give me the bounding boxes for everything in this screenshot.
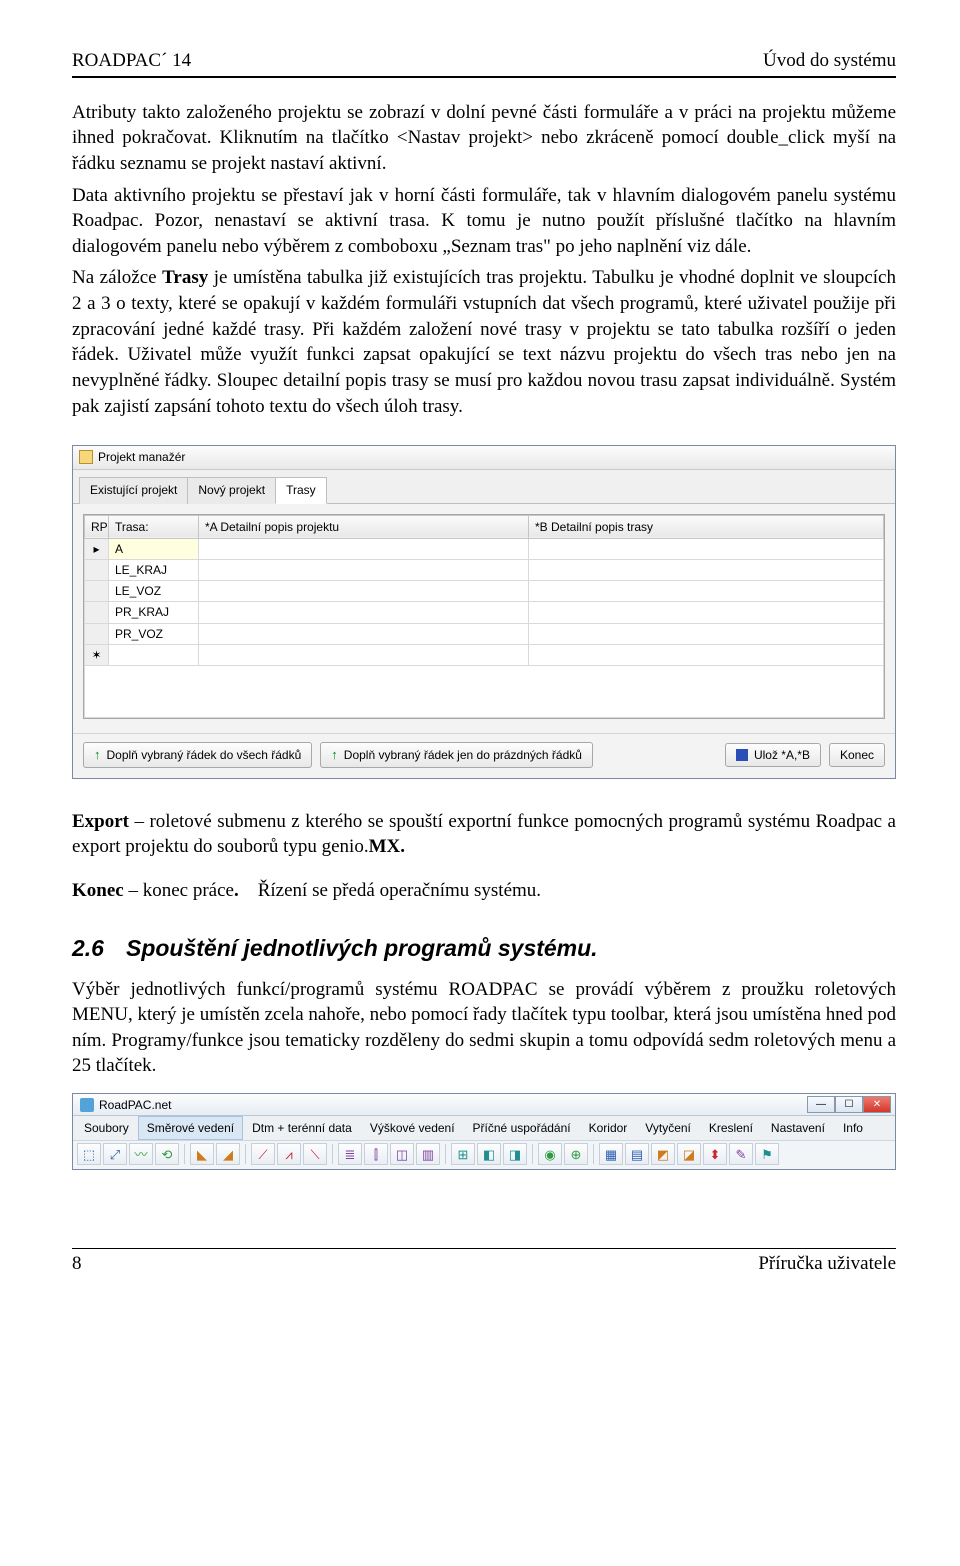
toolbar-separator bbox=[593, 1144, 594, 1164]
col-b[interactable]: *B Detailní popis trasy bbox=[529, 515, 884, 538]
header-rule bbox=[72, 76, 896, 78]
menu-vytyceni[interactable]: Vytyčení bbox=[636, 1116, 700, 1140]
menu-nastaveni[interactable]: Nastavení bbox=[762, 1116, 834, 1140]
table-row[interactable]: PR_VOZ bbox=[85, 623, 884, 644]
doc-header-left: ROADPAC´ 14 bbox=[72, 48, 191, 74]
page-number: 8 bbox=[72, 1251, 82, 1277]
paragraph-3: Na záložce Trasy je umístěna tabulka již… bbox=[72, 265, 896, 419]
toolbar-btn-24[interactable]: ✎ bbox=[729, 1143, 753, 1165]
save-icon bbox=[736, 749, 748, 761]
pm-app-icon bbox=[79, 450, 93, 464]
menu-kresleni[interactable]: Kreslení bbox=[700, 1116, 762, 1140]
footer-label: Příručka uživatele bbox=[758, 1251, 896, 1277]
table-row[interactable]: PR_KRAJ bbox=[85, 602, 884, 623]
menu-vyskove-vedeni[interactable]: Výškové vedení bbox=[361, 1116, 464, 1140]
roadpac-menubar: Soubory Směrové vedení Dtm + terénní dat… bbox=[73, 1116, 895, 1141]
paragraph-konec: Konec – konec práce. Řízení se předá ope… bbox=[72, 878, 896, 904]
toolbar-separator bbox=[332, 1144, 333, 1164]
tab-new-project[interactable]: Nový projekt bbox=[187, 477, 276, 504]
toolbar-btn-20[interactable]: ▤ bbox=[625, 1143, 649, 1165]
doc-header-right: Úvod do systému bbox=[763, 48, 896, 74]
menu-pricne[interactable]: Příčné uspořádání bbox=[464, 1116, 580, 1140]
fill-all-rows-button[interactable]: ↑ Doplň vybraný řádek do všech řádků bbox=[83, 742, 312, 768]
pm-grid[interactable]: RP Trasa: *A Detailní popis projektu *B … bbox=[83, 514, 885, 719]
grid-empty-area bbox=[84, 666, 884, 718]
menu-smerove-vedeni[interactable]: Směrové vedení bbox=[138, 1116, 243, 1140]
toolbar-separator bbox=[445, 1144, 446, 1164]
toolbar-btn-16[interactable]: ◨ bbox=[503, 1143, 527, 1165]
col-a[interactable]: *A Detailní popis projektu bbox=[199, 515, 529, 538]
toolbar-btn-11[interactable]: ⫿ bbox=[364, 1143, 388, 1165]
arrow-up-icon: ↑ bbox=[331, 746, 338, 764]
toolbar-btn-25[interactable]: ⚑ bbox=[755, 1143, 779, 1165]
menu-soubory[interactable]: Soubory bbox=[75, 1116, 138, 1140]
roadpac-main-window: RoadPAC.net — ☐ ✕ Soubory Směrové vedení… bbox=[72, 1093, 896, 1170]
row-indicator-new: ✶ bbox=[85, 644, 109, 665]
arrow-up-icon: ↑ bbox=[94, 746, 101, 764]
menu-koridor[interactable]: Koridor bbox=[580, 1116, 637, 1140]
toolbar-separator bbox=[532, 1144, 533, 1164]
toolbar-btn-22[interactable]: ◪ bbox=[677, 1143, 701, 1165]
fill-empty-rows-button[interactable]: ↑ Doplň vybraný řádek jen do prázdných ř… bbox=[320, 742, 593, 768]
toolbar-separator bbox=[184, 1144, 185, 1164]
tab-existing-project[interactable]: Existující projekt bbox=[79, 477, 188, 504]
table-row[interactable]: LE_KRAJ bbox=[85, 560, 884, 581]
pm-tabstrip: Existující projekt Nový projekt Trasy bbox=[73, 470, 895, 504]
maximize-button[interactable]: ☐ bbox=[835, 1096, 863, 1113]
toolbar-btn-23[interactable]: ⬍ bbox=[703, 1143, 727, 1165]
toolbar-btn-2[interactable]: ⤢ bbox=[103, 1143, 127, 1165]
toolbar-btn-15[interactable]: ◧ bbox=[477, 1143, 501, 1165]
toolbar-btn-13[interactable]: ▥ bbox=[416, 1143, 440, 1165]
toolbar-btn-8[interactable]: ⩘ bbox=[277, 1143, 301, 1165]
roadpac-title: RoadPAC.net bbox=[99, 1097, 172, 1113]
tab-trasy[interactable]: Trasy bbox=[275, 477, 327, 504]
section-heading: 2.6Spouštění jednotlivých programů systé… bbox=[72, 933, 896, 964]
toolbar-btn-12[interactable]: ◫ bbox=[390, 1143, 414, 1165]
paragraph-export: Export – roletové submenu z kterého se s… bbox=[72, 809, 896, 860]
table-row-new[interactable]: ✶ bbox=[85, 644, 884, 665]
roadpac-toolbar: ⬚ ⤢ 〰 ⟲ ◣ ◢ ⟋ ⩘ ⟍ ≣ ⫿ ◫ ▥ ⊞ ◧ ◨ ◉ ⊕ ▦ ▤ bbox=[73, 1141, 895, 1169]
save-ab-button[interactable]: Ulož *A,*B bbox=[725, 743, 821, 767]
menu-info[interactable]: Info bbox=[834, 1116, 872, 1140]
menu-dtm[interactable]: Dtm + terénní data bbox=[243, 1116, 361, 1140]
roadpac-app-icon bbox=[80, 1098, 94, 1112]
table-row[interactable]: LE_VOZ bbox=[85, 581, 884, 602]
project-manager-window: Projekt manažér Existující projekt Nový … bbox=[72, 445, 896, 778]
toolbar-btn-17[interactable]: ◉ bbox=[538, 1143, 562, 1165]
minimize-button[interactable]: — bbox=[807, 1096, 835, 1113]
paragraph-1: Atributy takto založeného projektu se zo… bbox=[72, 100, 896, 177]
table-row[interactable]: ▸ A bbox=[85, 538, 884, 559]
toolbar-btn-1[interactable]: ⬚ bbox=[77, 1143, 101, 1165]
paragraph-section: Výběr jednotlivých funkcí/programů systé… bbox=[72, 977, 896, 1080]
pm-button-bar: ↑ Doplň vybraný řádek do všech řádků ↑ D… bbox=[73, 733, 895, 778]
toolbar-btn-18[interactable]: ⊕ bbox=[564, 1143, 588, 1165]
toolbar-btn-4[interactable]: ⟲ bbox=[155, 1143, 179, 1165]
row-indicator-current: ▸ bbox=[85, 538, 109, 559]
paragraph-2: Data aktivního projektu se přestaví jak … bbox=[72, 183, 896, 260]
toolbar-separator bbox=[245, 1144, 246, 1164]
toolbar-btn-14[interactable]: ⊞ bbox=[451, 1143, 475, 1165]
pm-title: Projekt manažér bbox=[98, 449, 185, 465]
col-trasa[interactable]: Trasa: bbox=[109, 515, 199, 538]
close-window-button[interactable]: ✕ bbox=[863, 1096, 891, 1113]
toolbar-btn-19[interactable]: ▦ bbox=[599, 1143, 623, 1165]
col-rp[interactable]: RP bbox=[85, 515, 109, 538]
toolbar-btn-5[interactable]: ◣ bbox=[190, 1143, 214, 1165]
close-button[interactable]: Konec bbox=[829, 743, 885, 767]
pm-titlebar: Projekt manažér bbox=[73, 446, 895, 469]
toolbar-btn-3[interactable]: 〰 bbox=[129, 1143, 153, 1165]
toolbar-btn-10[interactable]: ≣ bbox=[338, 1143, 362, 1165]
toolbar-btn-6[interactable]: ◢ bbox=[216, 1143, 240, 1165]
toolbar-btn-21[interactable]: ◩ bbox=[651, 1143, 675, 1165]
toolbar-btn-9[interactable]: ⟍ bbox=[303, 1143, 327, 1165]
toolbar-btn-7[interactable]: ⟋ bbox=[251, 1143, 275, 1165]
